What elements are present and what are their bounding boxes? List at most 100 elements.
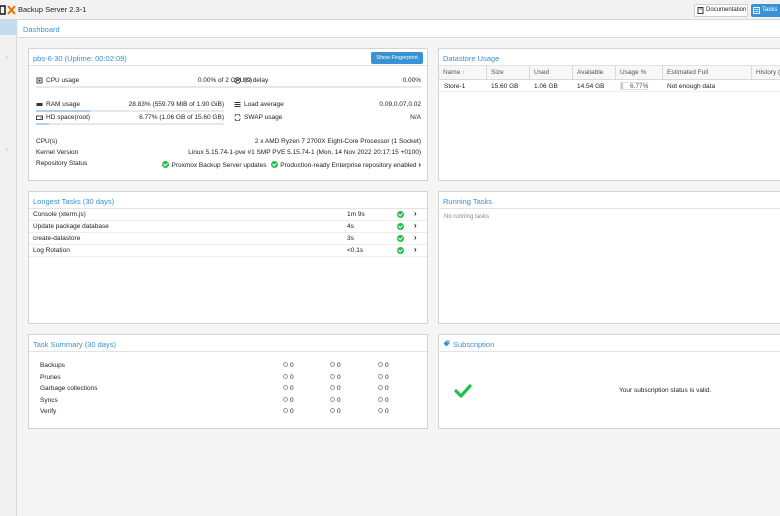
show-fingerprint-button[interactable]: Show Fingerprint xyxy=(371,52,423,64)
nav-item-dashboard[interactable] xyxy=(0,20,17,35)
task-summary-count-err[interactable]: 0 xyxy=(378,373,389,381)
chevron-right-icon[interactable]: › xyxy=(414,233,417,242)
cpu-icon xyxy=(36,77,43,84)
check-mark-icon xyxy=(454,384,472,398)
datastore-usage-percent: 6.77% xyxy=(630,83,649,90)
task-duration: 1m 9s xyxy=(347,211,365,218)
kernel-version-value: Linux 5.15.74-1-pve #1 SMP PVE 5.15.74-1… xyxy=(188,149,421,156)
task-summary-count-value: 0 xyxy=(337,373,341,381)
task-summary-count-value: 0 xyxy=(385,396,389,404)
task-summary-name: Garbage collections xyxy=(40,385,98,392)
task-summary-row: Verify 0 0 0 xyxy=(29,407,427,419)
chevron-right-icon: › xyxy=(418,160,421,169)
repo-updates-text: Proxmox Backup Server updates xyxy=(171,162,267,169)
dashboard-title[interactable]: Dashboard xyxy=(23,25,60,34)
running-tasks-title: Running Tasks xyxy=(443,197,493,206)
datastore-panel-title: Datastore Usage xyxy=(443,54,500,63)
status-dot-icon xyxy=(283,373,288,379)
status-dot-icon xyxy=(283,362,288,367)
io-delay-value: 0.00% xyxy=(402,77,421,84)
task-duration: <0.1s xyxy=(347,247,364,254)
datastore-name: Store-1 xyxy=(444,83,466,90)
task-summary-count-value: 0 xyxy=(385,408,389,415)
repo-enterprise-text: Production-ready Enterprise repository e… xyxy=(280,162,417,169)
longest-tasks-panel: Longest Tasks (30 days) Console (xterm.j… xyxy=(28,191,428,324)
task-summary-count-ok[interactable]: 0 xyxy=(283,385,294,392)
hd-space-label: HD space(root) xyxy=(46,114,91,121)
chevron-right-icon[interactable]: › xyxy=(414,221,417,230)
chevron-right-icon[interactable]: › xyxy=(414,209,417,218)
cpu-usage-bar xyxy=(36,86,252,88)
ram-usage-bar xyxy=(36,110,224,112)
datastore-panel-header: Datastore Usage xyxy=(439,49,780,66)
status-dot-icon xyxy=(378,408,383,413)
task-summary-count-value: 0 xyxy=(385,373,389,381)
task-summary-count-warn[interactable]: 0 xyxy=(330,362,341,369)
task-summary-row: Prunes 0 0 0 xyxy=(29,373,427,385)
task-summary-count-value: 0 xyxy=(290,396,294,404)
documentation-button[interactable]: Documentation xyxy=(694,4,748,17)
clock-icon xyxy=(234,77,241,84)
task-summary-row: Backups 0 0 0 xyxy=(29,361,427,373)
task-summary-count-ok[interactable]: 0 xyxy=(283,396,294,404)
table-row[interactable]: Console (xterm.js) 1m 9s › xyxy=(29,209,427,221)
sort-asc-icon: ↑ xyxy=(462,69,466,76)
task-summary-count-err[interactable]: 0 xyxy=(378,362,389,369)
task-summary-count-warn[interactable]: 0 xyxy=(330,408,341,415)
repository-status-value[interactable]: Proxmox Backup Server updates Production… xyxy=(149,160,421,169)
task-summary-count-ok[interactable]: 0 xyxy=(283,362,294,369)
status-dot-icon xyxy=(378,385,383,390)
left-nav: « » xyxy=(0,20,17,516)
status-dot-icon xyxy=(330,396,335,402)
status-dot-icon xyxy=(378,362,383,367)
column-header-usage[interactable]: Usage % xyxy=(616,66,663,80)
task-summary-count-err[interactable]: 0 xyxy=(378,396,389,404)
table-row[interactable]: Store-1 15.60 GB 1.06 GB 14.54 GB 6.77% … xyxy=(439,80,780,92)
task-summary-count-ok[interactable]: 0 xyxy=(283,373,294,381)
column-header-size[interactable]: Size xyxy=(487,66,530,80)
cpus-label: CPU(s) xyxy=(36,138,58,145)
no-running-tasks-text: No running tasks xyxy=(444,214,490,220)
task-summary-count-value: 0 xyxy=(337,385,341,392)
table-row[interactable]: create-datastore 3s › xyxy=(29,233,427,245)
task-summary-count-warn[interactable]: 0 xyxy=(330,373,341,381)
task-summary-count-err[interactable]: 0 xyxy=(378,408,389,415)
column-name-label: Name xyxy=(443,69,461,76)
nav-expand-icon[interactable]: » xyxy=(6,147,9,153)
task-summary-count-ok[interactable]: 0 xyxy=(283,408,294,415)
proxmox-logo-icon xyxy=(0,5,16,15)
task-name: create-datastore xyxy=(33,235,81,242)
task-name: Log Rotation xyxy=(33,247,70,254)
task-summary-count-err[interactable]: 0 xyxy=(378,385,389,392)
task-summary-count-value: 0 xyxy=(337,362,341,369)
column-header-name[interactable]: Name ↑ xyxy=(439,66,487,80)
column-header-available[interactable]: Available xyxy=(573,66,616,80)
table-row[interactable]: Log Rotation <0.1s › xyxy=(29,245,427,257)
tasks-button[interactable]: Tasks xyxy=(751,4,780,17)
task-summary-count-value: 0 xyxy=(290,385,294,392)
nav-collapse-icon[interactable]: « xyxy=(6,55,9,61)
datastore-used: 1.06 GB xyxy=(534,83,558,90)
chevron-right-icon[interactable]: › xyxy=(414,245,417,254)
task-duration: 4s xyxy=(347,223,354,230)
subscription-header: Subscription xyxy=(439,335,780,352)
running-tasks-header: Running Tasks xyxy=(439,192,780,209)
check-icon xyxy=(397,247,404,254)
task-summary-count-warn[interactable]: 0 xyxy=(330,385,341,392)
subscription-status-message: Your subscription status is valid. xyxy=(619,387,712,394)
column-header-history[interactable]: History (3 xyxy=(752,66,780,80)
swap-usage-value: N/A xyxy=(410,114,421,121)
task-summary-count-warn[interactable]: 0 xyxy=(330,396,341,404)
task-summary-name: Syncs xyxy=(40,396,58,404)
load-icon xyxy=(234,102,241,107)
repository-status-label: Repository Status xyxy=(36,160,88,167)
status-dot-icon xyxy=(283,396,288,402)
memory-icon xyxy=(36,103,43,106)
task-summary-title: Task Summary (30 days) xyxy=(33,340,116,349)
status-dot-icon xyxy=(378,373,383,379)
check-icon xyxy=(162,161,170,168)
task-summary-header: Task Summary (30 days) xyxy=(29,335,427,352)
table-row[interactable]: Update package database 4s › xyxy=(29,221,427,233)
column-header-estimated-full[interactable]: Estimated Full xyxy=(663,66,752,80)
column-header-used[interactable]: Used xyxy=(530,66,573,80)
